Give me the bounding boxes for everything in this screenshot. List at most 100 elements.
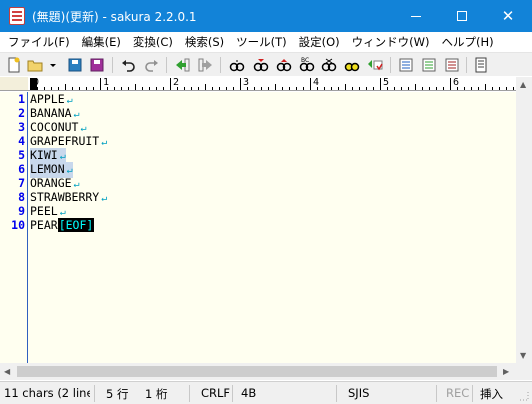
- line-number: 6: [18, 162, 25, 176]
- ruler-tick: [51, 87, 52, 90]
- editor-line[interactable]: 4 GRAPEFRUIT ↵: [0, 134, 516, 148]
- editor-line[interactable]: 7 ORANGE ↵: [0, 176, 516, 190]
- ruler-tick: [499, 87, 500, 90]
- scroll-up-icon[interactable]: ▲: [520, 80, 526, 89]
- ruler-tick: [114, 87, 115, 90]
- editor-line[interactable]: 3 COCONUT ↵: [0, 120, 516, 134]
- newline-mark-icon: ↵: [80, 123, 87, 134]
- editor-line[interactable]: 8 STRAWBERRY ↵: [0, 190, 516, 204]
- ruler-tick: [408, 87, 409, 90]
- horizontal-scroll-thumb[interactable]: [17, 366, 497, 377]
- undo-button[interactable]: [119, 56, 137, 74]
- outline-icon: [422, 58, 436, 72]
- menu-help[interactable]: ヘルプ(H): [436, 34, 500, 50]
- sakura-app-icon[interactable]: [9, 7, 25, 25]
- new-file-icon: [8, 57, 20, 73]
- editor-line[interactable]: 2 BANANA ↵: [0, 106, 516, 120]
- editor-line[interactable]: 1 APPLE ↵: [0, 92, 516, 106]
- redo-button[interactable]: [143, 56, 161, 74]
- outline-button[interactable]: [420, 56, 438, 74]
- status-separator: [189, 385, 190, 402]
- editor-line[interactable]: 10 PEAR[EOF]: [0, 218, 516, 232]
- status-row: 5 行: [106, 387, 129, 401]
- menu-bar: ファイル(F) 編集(E) 変換(C) 検索(S) ツール(T) 設定(O) ウ…: [0, 32, 532, 51]
- resize-grip-icon[interactable]: [518, 390, 530, 402]
- ruler-tick: [401, 87, 402, 90]
- status-newline[interactable]: CRLF: [201, 386, 230, 400]
- ruler: 0 1 2 3 4 5 6: [0, 77, 516, 91]
- replace-icon: BC: [299, 57, 315, 72]
- search-icon: [229, 60, 245, 72]
- menu-tools[interactable]: ツール(T): [230, 34, 293, 50]
- ruler-tick: [156, 87, 157, 90]
- save-button[interactable]: [66, 56, 84, 74]
- ruler-tick: [464, 87, 465, 90]
- ruler-tick: [184, 87, 185, 90]
- editor-line[interactable]: 5 KIWI ↵: [0, 148, 516, 164]
- minimize-button[interactable]: [393, 0, 439, 32]
- settings-icon: [445, 58, 459, 72]
- line-number: 4: [18, 134, 25, 148]
- editor-line[interactable]: 9 PEEL ↵: [0, 204, 516, 218]
- new-file-button[interactable]: [5, 56, 23, 74]
- status-encoding[interactable]: SJIS: [348, 386, 369, 400]
- editor-line[interactable]: 6 LEMON ↵: [0, 162, 516, 178]
- horizontal-scrollbar[interactable]: ◀ ▶: [0, 363, 516, 380]
- ruler-tick: [233, 87, 234, 90]
- close-button[interactable]: ✕: [485, 0, 531, 32]
- menu-edit[interactable]: 編集(E): [76, 34, 127, 50]
- search-clear-button[interactable]: [320, 56, 338, 74]
- mark-button[interactable]: [343, 56, 361, 74]
- ruler-tick: [303, 87, 304, 90]
- status-separator: [94, 385, 95, 402]
- svg-text:BC: BC: [301, 57, 309, 64]
- toolbar-separator: [166, 57, 167, 73]
- open-file-button[interactable]: [26, 56, 44, 74]
- jump-forward-button[interactable]: [196, 56, 214, 74]
- toolbar: BC: [0, 52, 532, 76]
- ruler-tick: [212, 87, 213, 90]
- scroll-down-icon[interactable]: ▼: [520, 351, 526, 360]
- search-clear-icon: [321, 58, 337, 72]
- search-button[interactable]: [228, 56, 246, 74]
- grep-button[interactable]: [366, 56, 384, 74]
- search-prev-button[interactable]: [252, 56, 270, 74]
- ruler-tick: [240, 78, 241, 90]
- status-column: 1 桁: [145, 387, 168, 401]
- toolbar-separator: [390, 57, 391, 73]
- status-separator: [336, 385, 337, 402]
- vertical-scrollbar[interactable]: ▲ ▼: [516, 77, 532, 364]
- menu-search[interactable]: 検索(S): [179, 34, 230, 50]
- open-dropdown-button[interactable]: [44, 56, 56, 74]
- save-all-button[interactable]: [88, 56, 106, 74]
- jump-back-button[interactable]: [174, 56, 192, 74]
- status-separator: [472, 385, 473, 402]
- document-list-button[interactable]: [473, 56, 491, 74]
- menu-settings[interactable]: 設定(O): [293, 34, 346, 50]
- menu-file[interactable]: ファイル(F): [2, 34, 76, 50]
- replace-button[interactable]: BC: [298, 56, 316, 74]
- scroll-left-icon[interactable]: ◀: [4, 367, 10, 376]
- ruler-tick: [324, 87, 325, 90]
- ruler-label: 2: [173, 77, 180, 88]
- maximize-button[interactable]: [439, 0, 485, 32]
- search-next-icon: [276, 59, 292, 72]
- text-editor[interactable]: 1 APPLE ↵ 2 BANANA ↵ 3 COCONUT ↵ 4 GRAPEFRUIT ↵ 5 KIW…: [0, 92, 516, 363]
- line-content: STRAWBERRY: [30, 190, 100, 204]
- newline-mark-icon: ↵: [66, 95, 73, 106]
- scroll-right-icon[interactable]: ▶: [503, 367, 509, 376]
- toolbar-separator: [112, 57, 113, 73]
- ruler-tick: [254, 87, 255, 90]
- ruler-tick: [100, 78, 101, 90]
- ruler-tick: [352, 87, 353, 90]
- tag-jump-button[interactable]: [397, 56, 415, 74]
- newline-mark-icon: ↵: [66, 165, 73, 176]
- ruler-tick: [226, 87, 227, 90]
- ruler-tick: [443, 87, 444, 90]
- search-next-button[interactable]: [275, 56, 293, 74]
- settings-button[interactable]: [443, 56, 461, 74]
- status-insert-mode[interactable]: 挿入: [480, 386, 503, 402]
- menu-convert[interactable]: 変換(C): [127, 34, 179, 50]
- menu-window[interactable]: ウィンドウ(W): [346, 34, 436, 50]
- ruler-tick: [429, 87, 430, 90]
